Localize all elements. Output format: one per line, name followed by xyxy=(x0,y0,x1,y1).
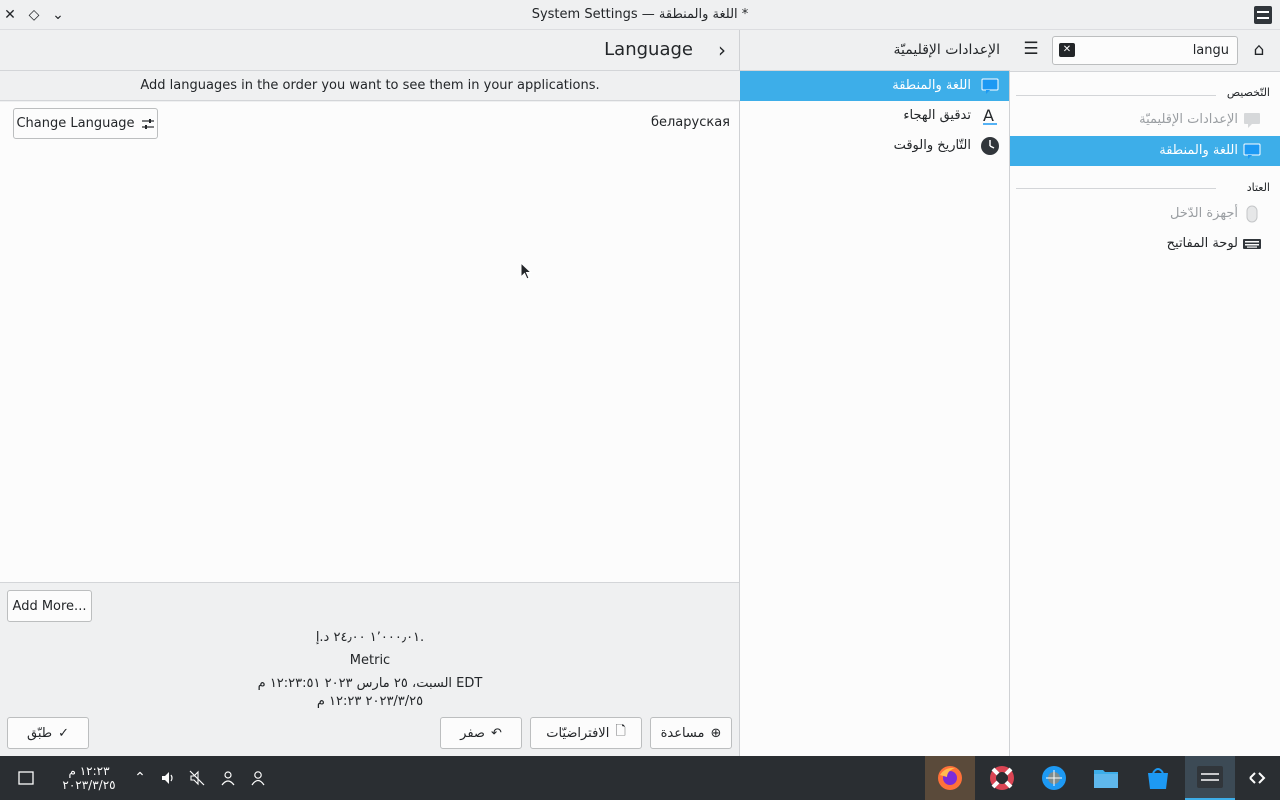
language-name: беларуская xyxy=(650,115,730,130)
system-settings-icon[interactable] xyxy=(1185,756,1235,800)
clock-date: ٢٠٢٣/٣/٢٥ xyxy=(62,778,116,792)
page-title: Language xyxy=(604,39,693,60)
discover-store-icon[interactable] xyxy=(1133,756,1183,800)
category-header: الإعدادات الإقليميّة xyxy=(740,30,1010,71)
help-lifebuoy-icon[interactable] xyxy=(977,756,1027,800)
home-icon[interactable]: ⌂ xyxy=(1248,39,1270,61)
file-manager-icon[interactable] xyxy=(1081,756,1131,800)
sidebar-item-input-devices[interactable]: أجهزة الدّخل xyxy=(1010,199,1280,229)
app-launcher-icon[interactable] xyxy=(1244,756,1270,800)
add-more-button[interactable]: Add More... xyxy=(7,590,92,622)
taskbar: ١٢:٢٣ م ٢٠٢٣/٣/٢٥ ⌃ xyxy=(0,756,1280,800)
show-desktop-icon[interactable] xyxy=(14,756,38,800)
sidebar-item-region-language[interactable]: اللغة والمنطقة xyxy=(1010,136,1280,166)
category-item-region[interactable]: اللغة والمنطقة xyxy=(740,71,1009,101)
region-icon xyxy=(981,78,999,94)
search-value: langu xyxy=(1192,43,1229,58)
help-label: مساعدة xyxy=(660,725,705,741)
currency-format: ١٬٠٠٠٫٠١ ٢٤٫٠٠ د.إ. xyxy=(315,630,425,645)
defaults-button[interactable]: الافتراضيّات 🗋 xyxy=(530,717,642,749)
category-pane: الإعدادات الإقليميّة اللغة والمنطقة تدقي… xyxy=(740,30,1010,756)
keyboard-icon xyxy=(1243,239,1261,249)
chevron-up-icon[interactable]: ⌃ xyxy=(131,756,149,800)
volume-icon[interactable] xyxy=(158,756,178,800)
measurement-format: Metric xyxy=(349,653,391,668)
title-bar: ✕ ◇ ⌄ System Settings — اللغة والمنطقة * xyxy=(0,0,1280,30)
help-lifebuoy-icon: ⊕ xyxy=(710,725,722,741)
defaults-label: الافتراضيّات xyxy=(546,725,610,741)
category-item-label: اللغة والمنطقة xyxy=(892,78,971,93)
window-title: System Settings — اللغة والمنطقة * xyxy=(531,7,749,22)
undo-icon: ↶ xyxy=(490,725,502,741)
settings-sidebar: ☰ ✕ langu ⌂ التّخصيص الإعدادات الإقليميّ… xyxy=(1010,30,1280,756)
mouse-icon xyxy=(1246,205,1258,223)
region-icon xyxy=(1243,143,1261,159)
mouse-pointer-icon xyxy=(520,262,532,280)
sidebar-item-regional-settings[interactable]: الإعدادات الإقليميّة xyxy=(1010,105,1280,135)
category-item-label: تدقيق الهجاء xyxy=(903,108,971,123)
clock-icon xyxy=(981,137,999,155)
hamburger-menu-icon[interactable]: ☰ xyxy=(1022,40,1040,58)
apply-button[interactable]: طبّق ✓ xyxy=(7,717,89,749)
microphone-muted-icon[interactable] xyxy=(187,756,207,800)
list-item[interactable]: беларуская Change Language xyxy=(0,102,739,142)
search-input[interactable]: ✕ langu xyxy=(1052,36,1238,65)
sidebar-list: التّخصيص الإعدادات الإقليميّة اللغة والم… xyxy=(1010,71,1280,756)
svg-text:A: A xyxy=(983,106,994,125)
sidebar-item-label: الإعدادات الإقليميّة xyxy=(1139,112,1238,127)
chevron-right-icon[interactable]: › xyxy=(718,38,726,62)
change-language-button[interactable]: Change Language xyxy=(13,108,158,139)
sidebar-item-label: اللغة والمنطقة xyxy=(1159,143,1238,158)
section-divider xyxy=(1016,95,1216,96)
section-divider xyxy=(1016,188,1216,189)
system-settings-globe-icon[interactable] xyxy=(1029,756,1079,800)
content-pane: Language › Add languages in the order yo… xyxy=(0,30,740,756)
apply-label: طبّق xyxy=(26,725,53,741)
language-order-hint: Add languages in the order you want to s… xyxy=(0,71,740,101)
clock[interactable]: ١٢:٢٣ م ٢٠٢٣/٣/٢٥ xyxy=(56,764,122,792)
regional-settings-icon xyxy=(1244,113,1260,128)
category-item-label: التّاريخ والوقت xyxy=(893,138,971,153)
long-date-format: السبت، ٢٥ مارس ٢٠٢٣ ١٢:٢٣:٥١ م EDT xyxy=(257,676,483,691)
document-defaults-icon: 🗋 xyxy=(615,724,626,739)
help-button[interactable]: مساعدة ⊕ xyxy=(650,717,732,749)
firefox-icon[interactable] xyxy=(925,756,975,800)
sidebar-item-label: لوحة المفاتيح xyxy=(1166,236,1238,251)
change-language-label: Change Language xyxy=(16,116,135,131)
user-icon[interactable] xyxy=(248,756,268,800)
system-settings-app-icon xyxy=(1254,6,1272,24)
clock-time: ١٢:٢٣ م xyxy=(68,764,110,778)
sidebar-item-keyboard[interactable]: لوحة المفاتيح xyxy=(1010,229,1280,259)
category-item-datetime[interactable]: التّاريخ والوقت xyxy=(740,131,1009,161)
short-date-format: ٢٠٢٣/٣/٢٥ ١٢:٢٣ م xyxy=(316,694,424,709)
section-header-hardware: العتاد xyxy=(1246,181,1270,194)
sidebar-item-label: أجهزة الدّخل xyxy=(1169,206,1238,221)
spellcheck-icon: A xyxy=(983,106,997,125)
reset-label: صفر xyxy=(460,725,485,741)
content-header: Language › xyxy=(0,30,740,71)
section-header-personalization: التّخصيص xyxy=(1226,86,1270,99)
configure-icon xyxy=(141,118,154,129)
reset-button[interactable]: صفر ↶ xyxy=(440,717,522,749)
checkmark-icon: ✓ xyxy=(58,725,70,741)
category-title: الإعدادات الإقليميّة xyxy=(893,42,1000,58)
network-user-icon[interactable] xyxy=(218,756,238,800)
clear-search-icon[interactable]: ✕ xyxy=(1059,43,1075,57)
category-item-spellcheck[interactable]: تدقيق الهجاء A xyxy=(740,101,1009,131)
language-list: беларуская Change Language xyxy=(0,102,739,583)
